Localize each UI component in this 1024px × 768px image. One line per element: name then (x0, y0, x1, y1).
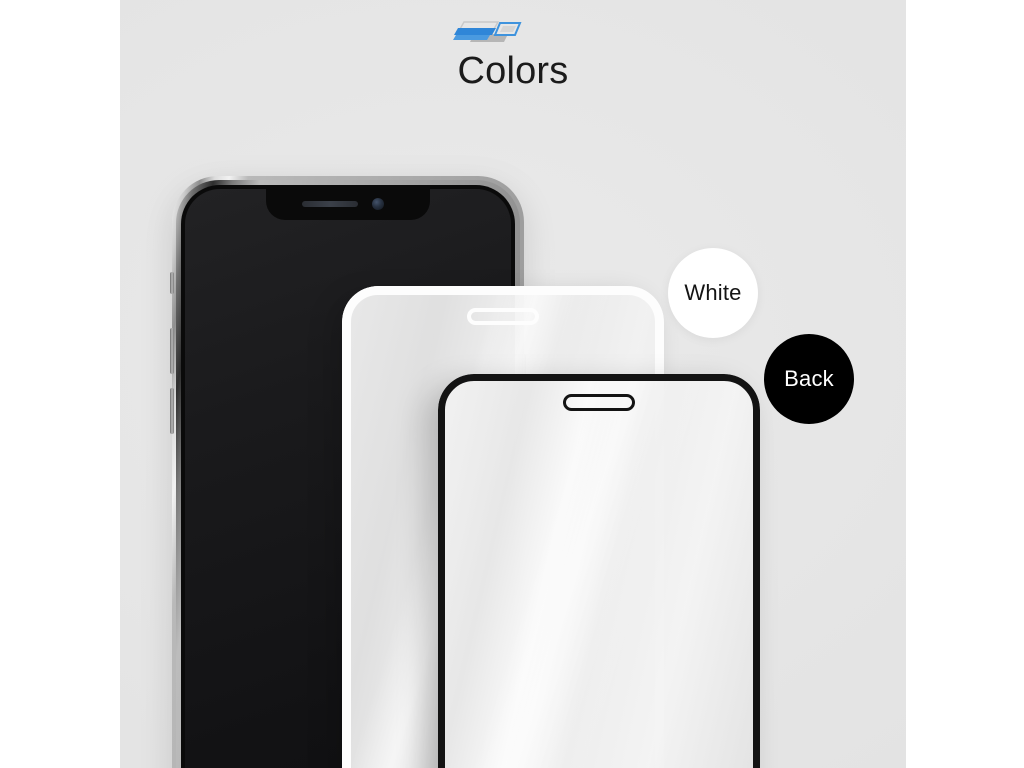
page-title: Colors (457, 50, 569, 92)
black-glass-earpiece-cutout (563, 394, 635, 411)
front-camera-icon (372, 198, 384, 210)
back-color-badge-label: Back (784, 366, 834, 391)
phone-notch (266, 189, 430, 220)
back-color-badge: Back (764, 334, 854, 424)
brand-logo-icon (453, 21, 522, 42)
white-color-badge-label: White (684, 280, 742, 305)
black-glass-frame (438, 374, 760, 768)
volume-up-button (170, 328, 174, 374)
white-glass-earpiece-cutout (467, 308, 539, 325)
mute-switch-button (170, 272, 174, 294)
earpiece-speaker-icon (302, 201, 358, 207)
white-color-badge: White (668, 248, 758, 338)
product-canvas: Colors White Back (120, 0, 906, 768)
black-glass-panel (438, 374, 760, 768)
product-image-stage: Colors White Back (0, 0, 1024, 768)
volume-down-button (170, 388, 174, 434)
brand-logo (450, 18, 524, 48)
